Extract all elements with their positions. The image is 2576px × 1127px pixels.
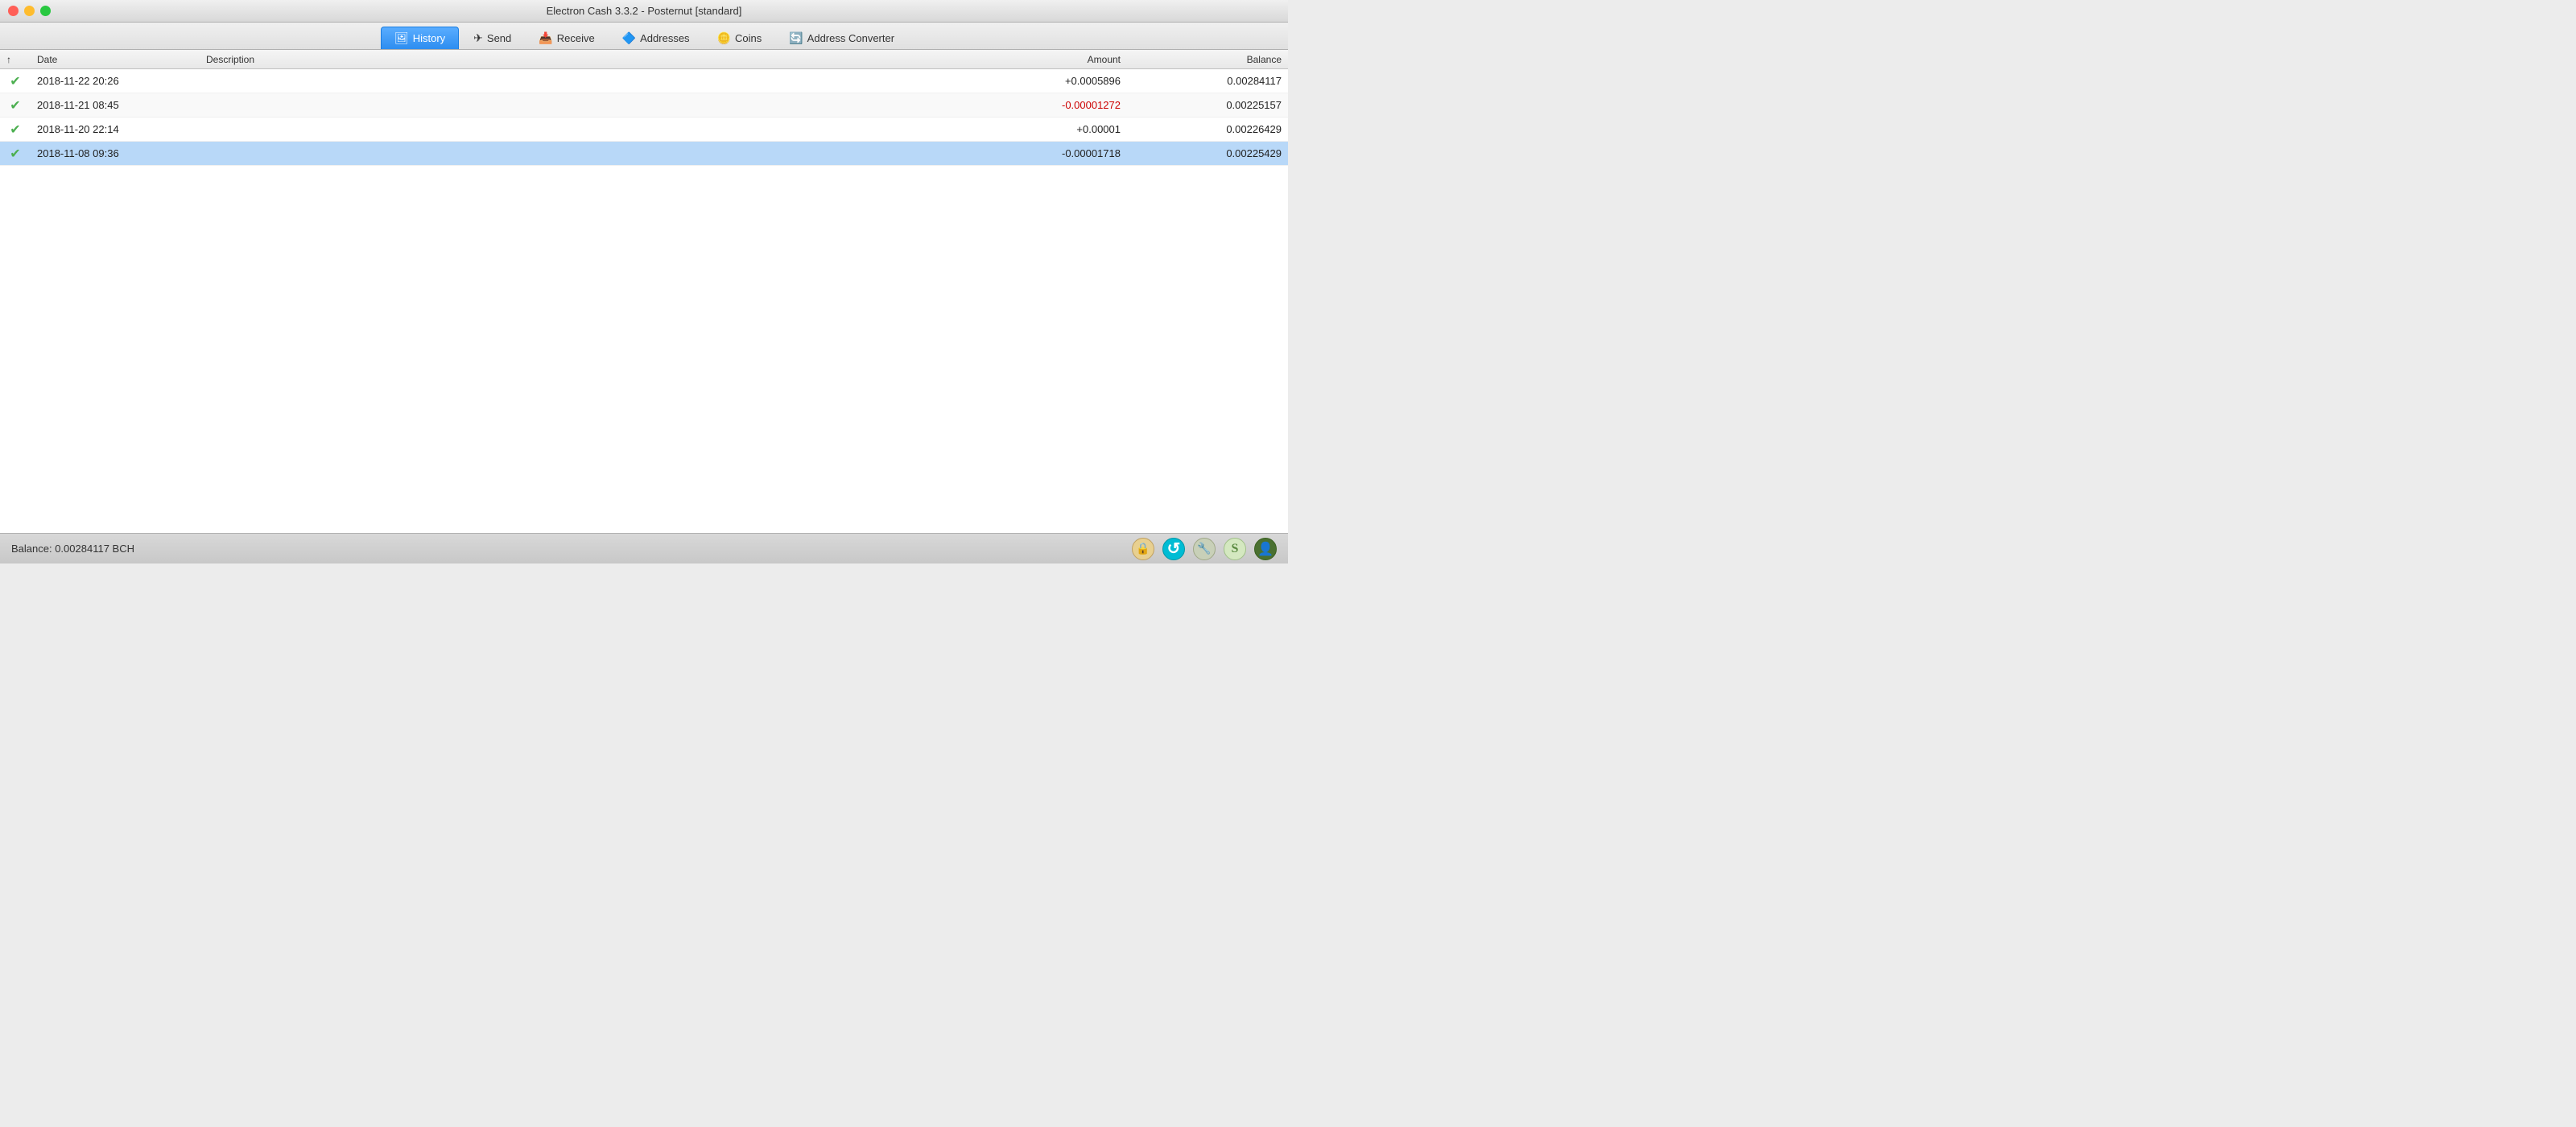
balance-header-label: Balance (1247, 54, 1282, 65)
addresses-tab-icon: 🔷 (622, 31, 636, 45)
tab-addresses[interactable]: 🔷 Addresses (609, 27, 703, 49)
row-balance: 0.00225157 (1127, 99, 1288, 111)
row-amount: -0.00001272 (966, 99, 1127, 111)
minimize-button[interactable] (24, 6, 35, 16)
row-date: 2018-11-21 08:45 (31, 99, 200, 111)
row-date: 2018-11-08 09:36 (31, 147, 200, 159)
receive-tab-label: Receive (557, 32, 595, 44)
send-tab-label: Send (487, 32, 511, 44)
row-amount: -0.00001718 (966, 147, 1127, 159)
row-date: 2018-11-20 22:14 (31, 123, 200, 135)
amount-header-label: Amount (1088, 54, 1121, 65)
sort-arrow-icon: ↑ (6, 54, 11, 65)
tab-send[interactable]: ✈ Send (460, 27, 524, 49)
main-content: ↑ Date Description Amount Balance ✔ 2018… (0, 50, 1288, 533)
tab-coins[interactable]: 🪙 Coins (704, 27, 775, 49)
row-status-icon: ✔ (0, 73, 31, 89)
sync-icon[interactable]: ↺ (1162, 538, 1185, 560)
lock-icon[interactable]: 🔒 (1132, 538, 1154, 560)
tab-bar: 🖼 History ✈ Send 📥 Receive 🔷 Addresses 🪙… (0, 23, 1288, 50)
person-icon[interactable]: 👤 (1254, 538, 1277, 560)
balance-column-header[interactable]: Balance (1127, 54, 1288, 65)
table-row[interactable]: ✔ 2018-11-21 08:45 -0.00001272 0.0022515… (0, 93, 1288, 118)
close-button[interactable] (8, 6, 19, 16)
row-amount: +0.00001 (966, 123, 1127, 135)
tab-address-converter[interactable]: 🔄 Address Converter (776, 27, 907, 49)
transaction-table: ✔ 2018-11-22 20:26 +0.0005896 0.00284117… (0, 69, 1288, 533)
coins-tab-label: Coins (735, 32, 762, 44)
dollar-icon[interactable]: S (1224, 538, 1246, 560)
date-column-header[interactable]: Date (31, 54, 200, 65)
date-header-label: Date (37, 54, 57, 65)
row-status-icon: ✔ (0, 97, 31, 114)
send-tab-icon: ✈ (473, 31, 483, 45)
row-date: 2018-11-22 20:26 (31, 75, 200, 87)
window-title: Electron Cash 3.3.2 - Posternut [standar… (547, 5, 742, 17)
row-balance: 0.00284117 (1127, 75, 1288, 87)
coins-tab-icon: 🪙 (717, 31, 731, 45)
description-header-label: Description (206, 54, 254, 65)
status-bar: Balance: 0.00284117 BCH 🔒 ↺ 🔧 S 👤 (0, 533, 1288, 564)
row-status-icon: ✔ (0, 146, 31, 162)
status-icons-group: 🔒 ↺ 🔧 S 👤 (1132, 538, 1277, 560)
tab-receive[interactable]: 📥 Receive (526, 27, 607, 49)
row-balance: 0.00226429 (1127, 123, 1288, 135)
address-converter-tab-label: Address Converter (807, 32, 894, 44)
address-converter-tab-icon: 🔄 (789, 31, 803, 45)
table-row[interactable]: ✔ 2018-11-22 20:26 +0.0005896 0.00284117 (0, 69, 1288, 93)
title-bar: Electron Cash 3.3.2 - Posternut [standar… (0, 0, 1288, 23)
amount-column-header[interactable]: Amount (966, 54, 1127, 65)
tab-history[interactable]: 🖼 History (381, 27, 459, 49)
table-row[interactable]: ✔ 2018-11-20 22:14 +0.00001 0.00226429 (0, 118, 1288, 142)
receive-tab-icon: 📥 (539, 31, 552, 45)
table-header: ↑ Date Description Amount Balance (0, 50, 1288, 69)
history-tab-label: History (413, 32, 445, 44)
balance-status: Balance: 0.00284117 BCH (11, 543, 134, 555)
row-status-icon: ✔ (0, 122, 31, 138)
window-controls (8, 6, 51, 16)
maximize-button[interactable] (40, 6, 51, 16)
description-column-header[interactable]: Description (200, 54, 966, 65)
table-row[interactable]: ✔ 2018-11-08 09:36 -0.00001718 0.0022542… (0, 142, 1288, 166)
row-balance: 0.00225429 (1127, 147, 1288, 159)
sort-column-header[interactable]: ↑ (0, 54, 31, 65)
row-amount: +0.0005896 (966, 75, 1127, 87)
addresses-tab-label: Addresses (640, 32, 689, 44)
tools-icon[interactable]: 🔧 (1193, 538, 1216, 560)
history-tab-icon: 🖼 (394, 31, 409, 45)
